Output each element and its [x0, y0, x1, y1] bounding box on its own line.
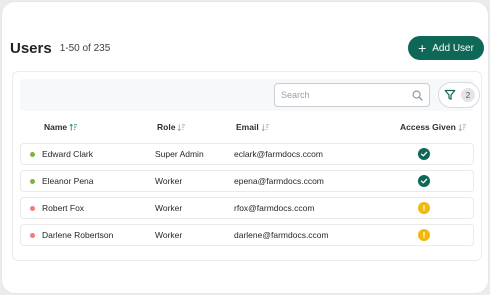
- user-role: Worker: [155, 230, 183, 240]
- add-user-label: Add User: [432, 42, 474, 54]
- table-row[interactable]: Edward Clark Super Admin eclark@farmdocs…: [20, 143, 474, 165]
- column-label: Name: [44, 122, 68, 132]
- plus-icon: +: [418, 39, 427, 56]
- search-input[interactable]: [281, 90, 412, 100]
- table-header: Name Role Email Access Given: [20, 120, 474, 134]
- sort-active-icon: [69, 123, 78, 131]
- table-row[interactable]: Darlene Robertson Worker darlene@farmdoc…: [20, 224, 474, 246]
- column-header-email[interactable]: Email: [236, 122, 270, 132]
- status-dot: [30, 233, 35, 238]
- column-label: Role: [157, 122, 176, 132]
- user-role: Worker: [155, 203, 183, 213]
- add-user-button[interactable]: + Add User: [408, 36, 484, 60]
- table-toolbar: 2: [20, 79, 480, 111]
- users-card: Users 1-50 of 235 + Add User 2: [1, 1, 489, 294]
- status-dot: [30, 152, 35, 157]
- access-granted-icon: [418, 175, 430, 187]
- user-name: Eleanor Pena: [42, 176, 94, 186]
- search-icon[interactable]: [412, 90, 423, 101]
- sort-icon: [458, 123, 466, 131]
- table-row[interactable]: Eleanor Pena Worker epena@farmdocs.ccom: [20, 170, 474, 192]
- user-email: eclark@farmdocs.ccom: [234, 149, 323, 159]
- access-pending-icon: [418, 229, 430, 241]
- user-role: Super Admin: [155, 149, 204, 159]
- user-role: Worker: [155, 176, 183, 186]
- access-granted-icon: [418, 148, 430, 160]
- users-table-panel: 2 Name Role Email: [12, 71, 482, 261]
- page-title: Users: [10, 39, 52, 57]
- user-name: Darlene Robertson: [42, 230, 114, 240]
- search-box[interactable]: [274, 83, 430, 107]
- sort-icon: [261, 123, 269, 131]
- column-header-name[interactable]: Name: [44, 122, 78, 132]
- user-email: epena@farmdocs.ccom: [234, 176, 324, 186]
- status-dot: [30, 206, 35, 211]
- filter-count-badge: 2: [461, 88, 475, 102]
- column-header-access[interactable]: Access Given: [400, 122, 467, 132]
- page-header: Users 1-50 of 235 + Add User: [10, 34, 484, 62]
- column-header-role[interactable]: Role: [157, 122, 186, 132]
- table-row[interactable]: Robert Fox Worker rfox@farmdocs.ccom: [20, 197, 474, 219]
- user-name: Edward Clark: [42, 149, 94, 159]
- column-label: Access Given: [400, 122, 456, 132]
- column-label: Email: [236, 122, 259, 132]
- user-email: rfox@farmdocs.ccom: [234, 203, 315, 213]
- filter-button[interactable]: 2: [438, 82, 480, 108]
- results-count: 1-50 of 235: [59, 43, 111, 54]
- user-name: Robert Fox: [42, 203, 85, 213]
- filter-icon: [444, 89, 456, 100]
- access-pending-icon: [418, 202, 430, 214]
- sort-icon: [178, 123, 186, 131]
- user-email: darlene@farmdocs.ccom: [234, 230, 329, 240]
- status-dot: [30, 179, 35, 184]
